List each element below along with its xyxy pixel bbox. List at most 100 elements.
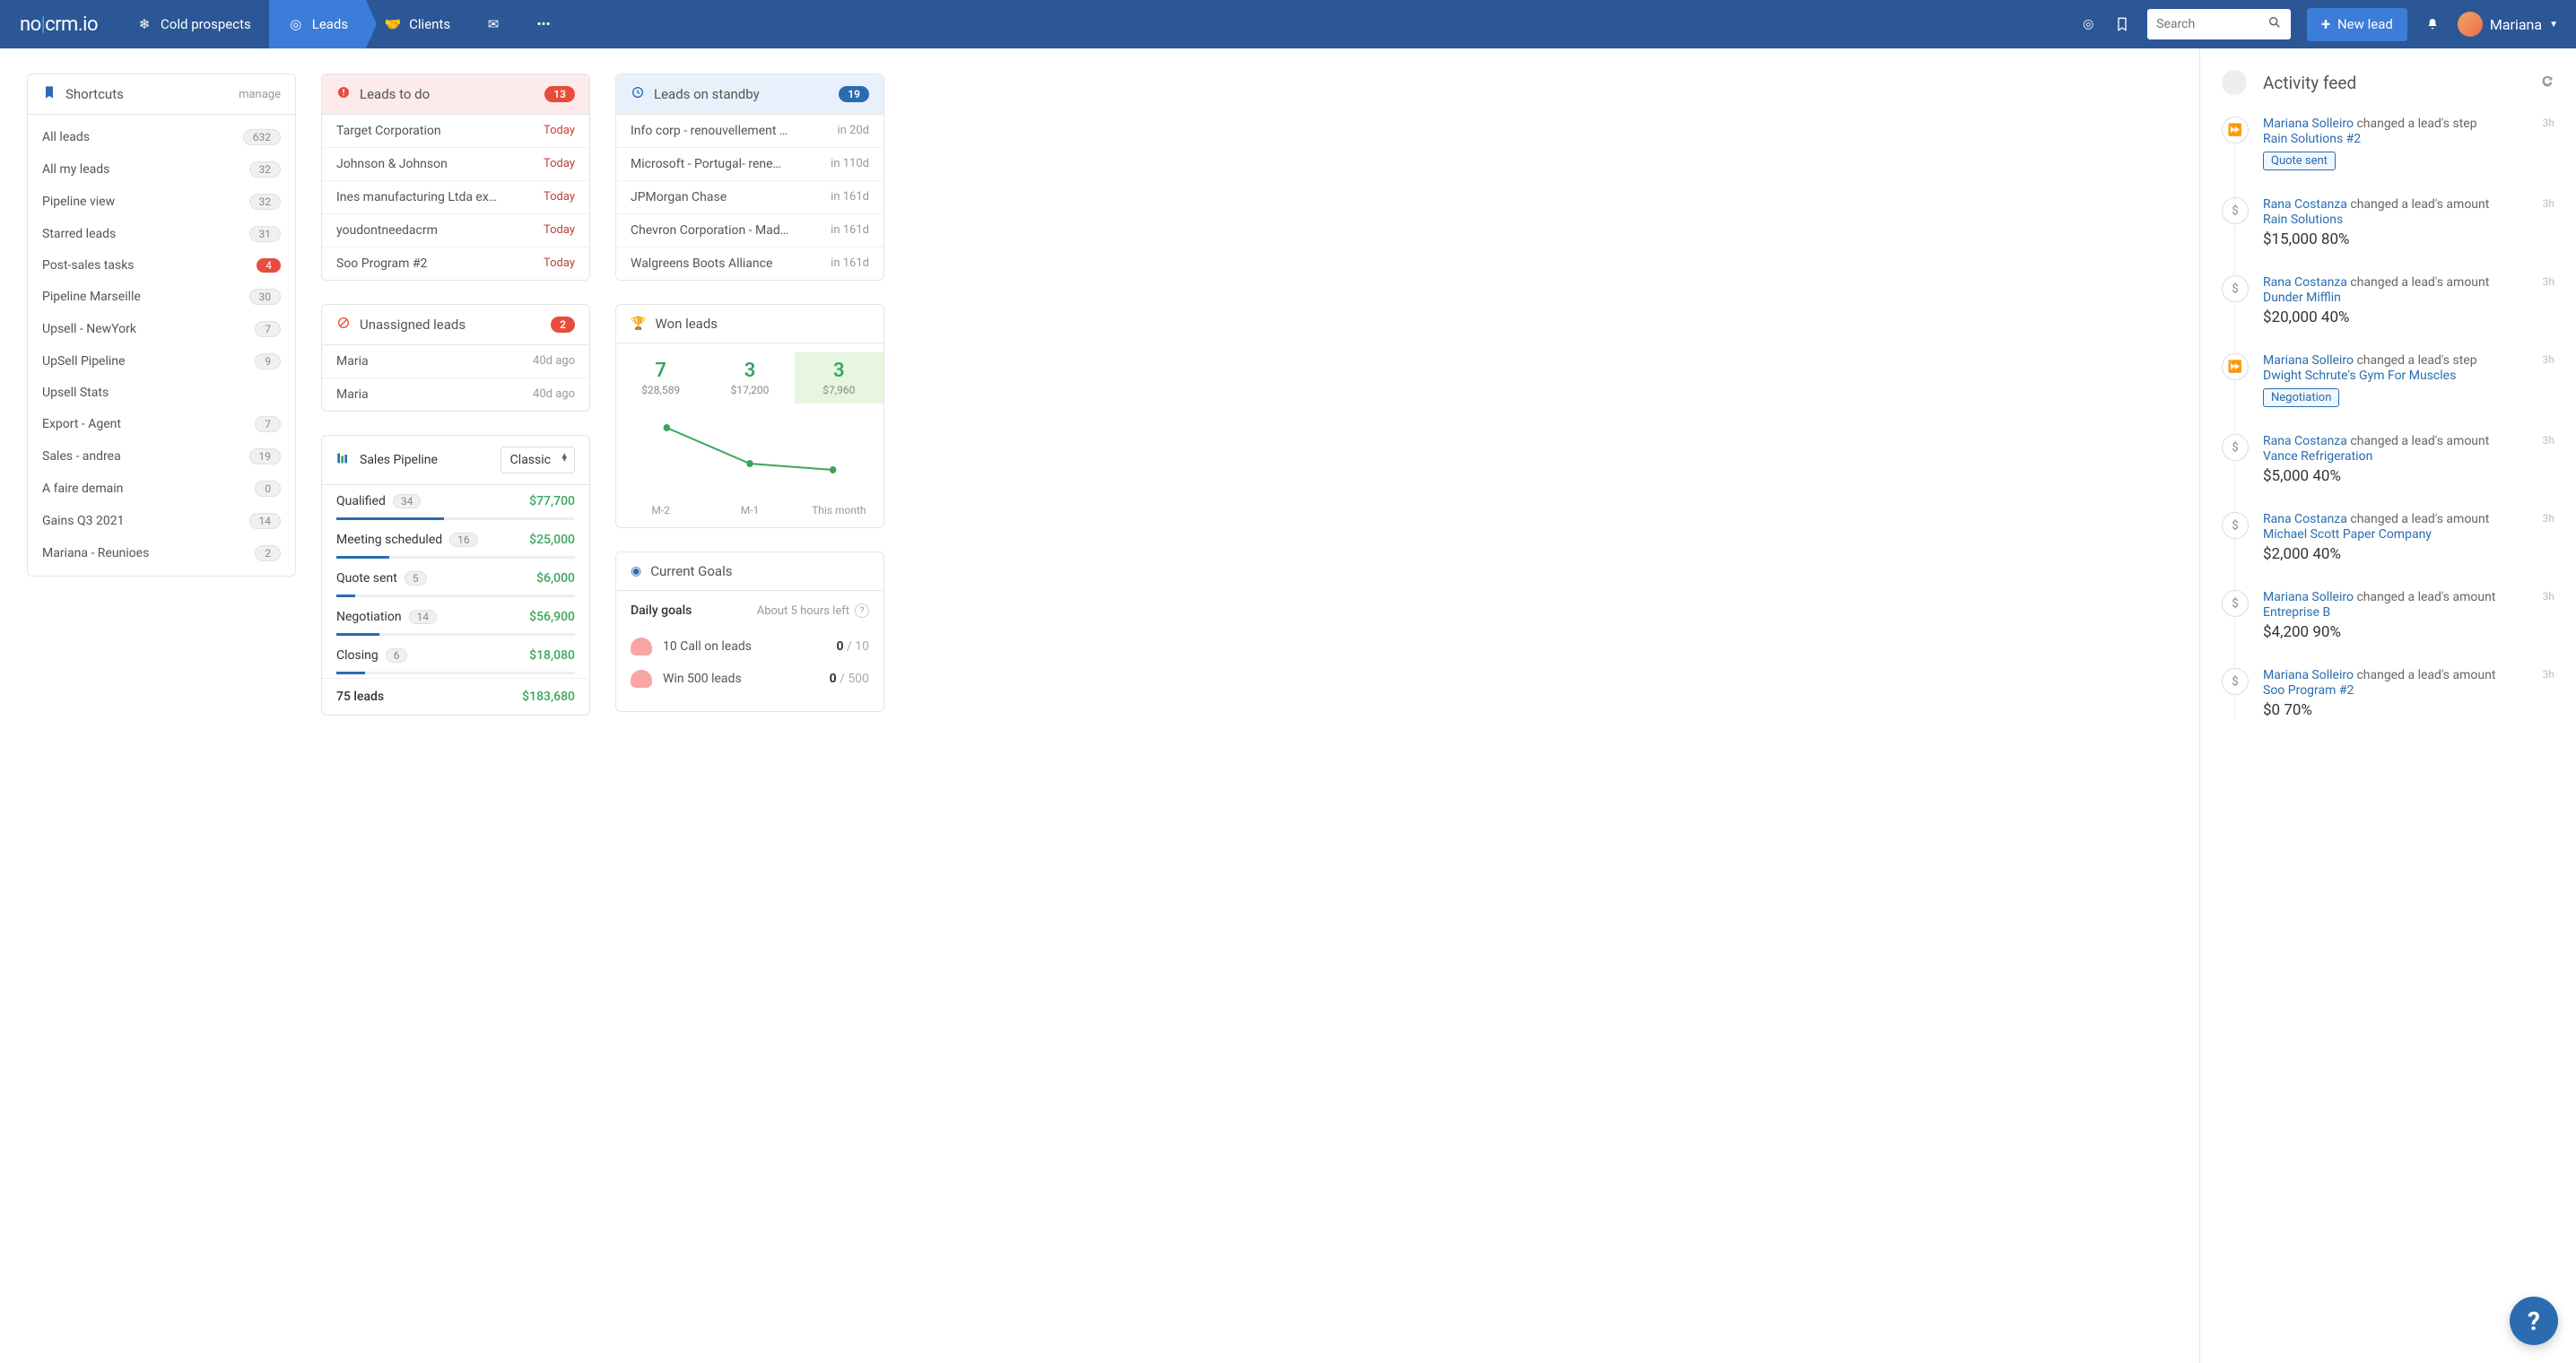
lead-row[interactable]: Walgreens Boots Alliancein 161d (616, 247, 883, 280)
feed-lead[interactable]: Rain Solutions (2263, 213, 2554, 227)
shortcut-item[interactable]: UpSell Pipeline9 (28, 345, 295, 378)
feed-action: changed a lead's amount (2350, 434, 2489, 448)
shortcut-item[interactable]: Upsell - NewYork7 (28, 313, 295, 345)
lead-row[interactable]: JPMorgan Chasein 161d (616, 181, 883, 214)
feed-user[interactable]: Mariana Solleiro (2263, 590, 2354, 604)
help-button[interactable]: ? (2510, 1297, 2558, 1345)
shortcut-item[interactable]: Upsell Stats (28, 378, 295, 408)
feed-user[interactable]: Mariana Solleiro (2263, 353, 2354, 368)
nav-mail[interactable]: ✉ (468, 0, 518, 48)
search-box[interactable] (2147, 9, 2291, 39)
shortcut-item[interactable]: All my leads32 (28, 153, 295, 186)
help-icon[interactable]: ? (855, 603, 869, 618)
feed-user[interactable]: Rana Costanza (2263, 197, 2347, 212)
feed-user[interactable]: Rana Costanza (2263, 434, 2347, 448)
lead-name: Johnson & Johnson (336, 157, 448, 171)
shortcut-item[interactable]: Post-sales tasks4 (28, 250, 295, 281)
user-menu[interactable]: Mariana ▼ (2458, 12, 2558, 37)
lead-meta: 40d ago (533, 354, 575, 369)
feed-lead[interactable]: Rain Solutions #2 (2263, 132, 2554, 146)
pipeline-stage[interactable]: Closing 6$18,080 (322, 639, 589, 672)
feed-amount: $4,200 90% (2263, 623, 2554, 641)
feed-time: 3h (2543, 590, 2554, 603)
lead-row[interactable]: Maria40d ago (322, 378, 589, 411)
nav-more[interactable]: ••• (518, 0, 569, 48)
shortcut-item[interactable]: All leads632 (28, 115, 295, 153)
stage-bar (336, 595, 575, 597)
logo[interactable]: no|crm.io (0, 0, 117, 48)
feed-lead[interactable]: Entreprise B (2263, 605, 2554, 620)
won-num: 3 (795, 360, 883, 382)
shortcut-item[interactable]: Export - Agent7 (28, 408, 295, 440)
lead-name: JPMorgan Chase (631, 190, 727, 204)
search-icon[interactable] (2267, 15, 2282, 33)
crosshair-icon: ◎ (287, 15, 305, 33)
activity-feed: Activity feed ⏩Mariana Solleiro changed … (2199, 48, 2576, 1363)
nav-clients[interactable]: 🤝 Clients (366, 0, 468, 48)
lead-row[interactable]: Ines manufacturing Ltda ex…Today (322, 181, 589, 214)
won-cell: 3$17,200 (705, 352, 794, 404)
bookmark-icon[interactable] (2113, 15, 2131, 33)
feed-user[interactable]: Rana Costanza (2263, 512, 2347, 526)
pipeline-title: Sales Pipeline (360, 453, 438, 467)
feed-tag: Negotiation (2263, 388, 2339, 407)
manage-link[interactable]: manage (239, 88, 281, 101)
shortcut-item[interactable]: Mariana - Reunioes2 (28, 537, 295, 576)
bell-icon[interactable] (2424, 15, 2441, 33)
lead-meta: 40d ago (533, 387, 575, 402)
lead-row[interactable]: Chevron Corporation - Mad…in 161d (616, 214, 883, 247)
lead-row[interactable]: Info corp - renouvellement …in 20d (616, 115, 883, 148)
shortcut-item[interactable]: A faire demain0 (28, 473, 295, 505)
pipeline-select[interactable]: Classic (500, 447, 575, 473)
feed-time: 3h (2543, 668, 2554, 681)
lead-row[interactable]: youdontneedacrmToday (322, 214, 589, 247)
feed-lead[interactable]: Soo Program #2 (2263, 683, 2554, 698)
feed-time: 3h (2543, 353, 2554, 366)
lead-row[interactable]: Soo Program #2Today (322, 247, 589, 280)
lead-row[interactable]: Microsoft - Portugal- rene…in 110d (616, 148, 883, 181)
goal-label: Win 500 leads (663, 672, 819, 686)
bookmark-icon (42, 85, 57, 103)
pipeline-stage[interactable]: Negotiation 14$56,900 (322, 601, 589, 633)
feed-lead[interactable]: Dunder Mifflin (2263, 291, 2554, 305)
mail-icon: ✉ (484, 15, 502, 33)
feed-lead[interactable]: Vance Refrigeration (2263, 449, 2554, 464)
lead-row[interactable]: Target CorporationToday (322, 115, 589, 148)
feed-lead[interactable]: Michael Scott Paper Company (2263, 527, 2554, 542)
shortcuts-title: Shortcuts (65, 86, 124, 102)
lead-row[interactable]: Johnson & JohnsonToday (322, 148, 589, 181)
won-num: 3 (705, 360, 794, 382)
feed-item: $Rana Costanza changed a lead's amount3h… (2222, 434, 2554, 485)
shortcut-item[interactable]: Sales - andrea19 (28, 440, 295, 473)
feed-lead[interactable]: Dwight Schrute's Gym For Muscles (2263, 369, 2554, 383)
feed-user[interactable]: Rana Costanza (2263, 275, 2347, 290)
won-title: Won leads (655, 316, 718, 332)
stage-value: $25,000 (529, 533, 575, 547)
lead-row[interactable]: Maria40d ago (322, 345, 589, 378)
search-input[interactable] (2156, 17, 2267, 31)
pipeline-stage[interactable]: Qualified 34$77,700 (322, 485, 589, 517)
feed-user[interactable]: Mariana Solleiro (2263, 117, 2354, 131)
shortcut-item[interactable]: Pipeline Marseille30 (28, 281, 295, 313)
new-lead-button[interactable]: + New lead (2307, 8, 2407, 41)
target-icon[interactable]: ◎ (2079, 15, 2097, 33)
stage-bar (336, 517, 575, 520)
feed-item: $Mariana Solleiro changed a lead's amoun… (2222, 590, 2554, 641)
pipeline-stage[interactable]: Meeting scheduled 16$25,000 (322, 524, 589, 556)
shortcut-item[interactable]: Gains Q3 202114 (28, 505, 295, 537)
shortcut-item[interactable]: Pipeline view32 (28, 186, 295, 218)
shortcut-item[interactable]: Starred leads31 (28, 218, 295, 250)
nav-leads[interactable]: ◎ Leads (269, 0, 366, 48)
pipeline-stage[interactable]: Quote sent 5$6,000 (322, 562, 589, 595)
nav-cold-prospects[interactable]: ❄ Cold prospects (117, 0, 269, 48)
lead-meta: in 161d (831, 256, 869, 271)
dollar-icon: $ (2222, 590, 2249, 617)
unassigned-title: Unassigned leads (360, 317, 466, 333)
question-icon: ? (2528, 1307, 2540, 1336)
shortcut-label: Sales - andrea (42, 449, 121, 464)
refresh-icon[interactable] (2540, 74, 2554, 91)
handshake-icon: 🤝 (384, 15, 402, 33)
feed-user[interactable]: Mariana Solleiro (2263, 668, 2354, 682)
shortcut-label: Upsell - NewYork (42, 322, 136, 336)
feed-action: changed a lead's step (2356, 353, 2476, 368)
